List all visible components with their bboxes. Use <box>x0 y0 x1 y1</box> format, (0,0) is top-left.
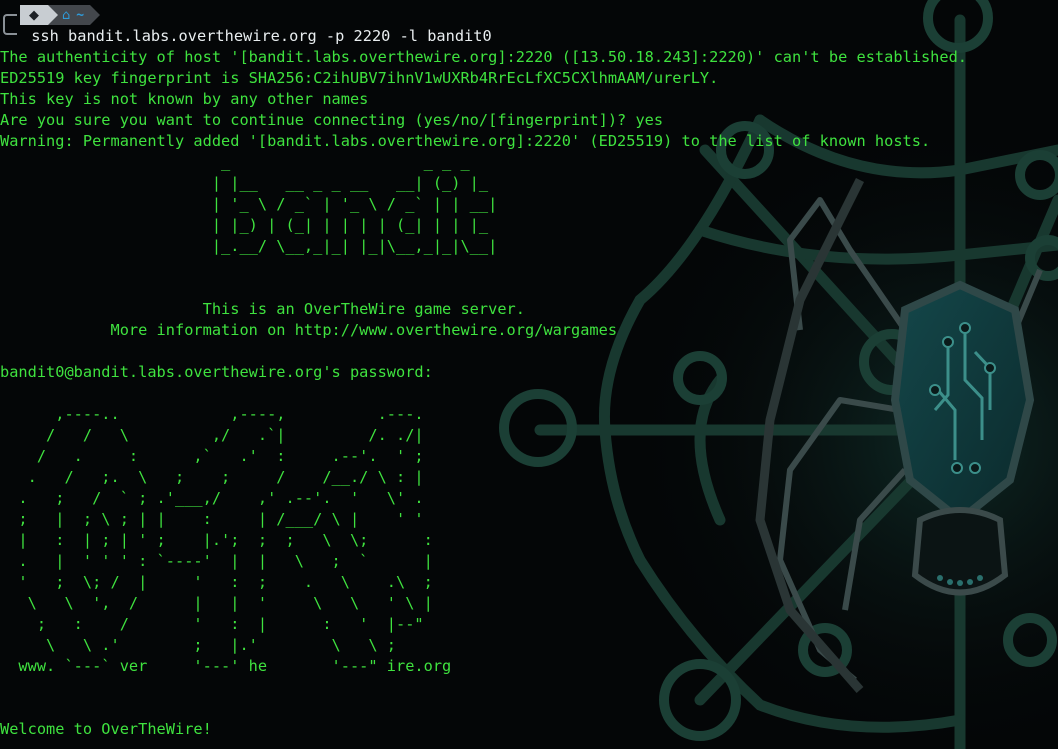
prompt-bracket <box>3 14 17 35</box>
password-prompt[interactable]: bandit0@bandit.labs.overthewire.org's pa… <box>0 362 433 383</box>
command-line: ssh bandit.labs.overthewire.org -p 2220 … <box>22 27 492 45</box>
output-line: Warning: Permanently added '[bandit.labs… <box>0 132 931 150</box>
output-line: ED25519 key fingerprint is SHA256:C2ihUB… <box>0 69 719 87</box>
output-line: The authenticity of host '[bandit.labs.o… <box>0 48 967 66</box>
server-info-line: This is an OverTheWire game server. <box>0 300 525 318</box>
output-line: Are you sure you want to continue connec… <box>0 111 664 129</box>
prompt-bar: ◆ ⌂ ~ <box>20 5 101 25</box>
welcome-message: Welcome to OverTheWire! <box>0 720 212 738</box>
bandit-ascii-banner: _ _ _ _ | |__ __ _ _ __ __| (_) |_ | '_ … <box>211 153 498 255</box>
output-line: This key is not known by any other names <box>0 90 369 108</box>
overthewire-ascii-art: ,----.. ,----, .---. / / \ ,/ .`| /. ./|… <box>18 405 452 675</box>
home-icon: ⌂ <box>62 7 71 23</box>
os-icon: ◆ <box>20 5 48 25</box>
directory-segment: ⌂ ~ <box>58 5 91 25</box>
prompt-end-icon <box>90 5 101 25</box>
more-info-line: More information on http://www.overthewi… <box>0 321 618 339</box>
prompt-separator-icon <box>48 5 58 25</box>
terminal-window[interactable]: ◆ ⌂ ~ ssh bandit.labs.overthewire.org -p… <box>0 0 1058 749</box>
current-directory: ~ <box>76 7 85 23</box>
